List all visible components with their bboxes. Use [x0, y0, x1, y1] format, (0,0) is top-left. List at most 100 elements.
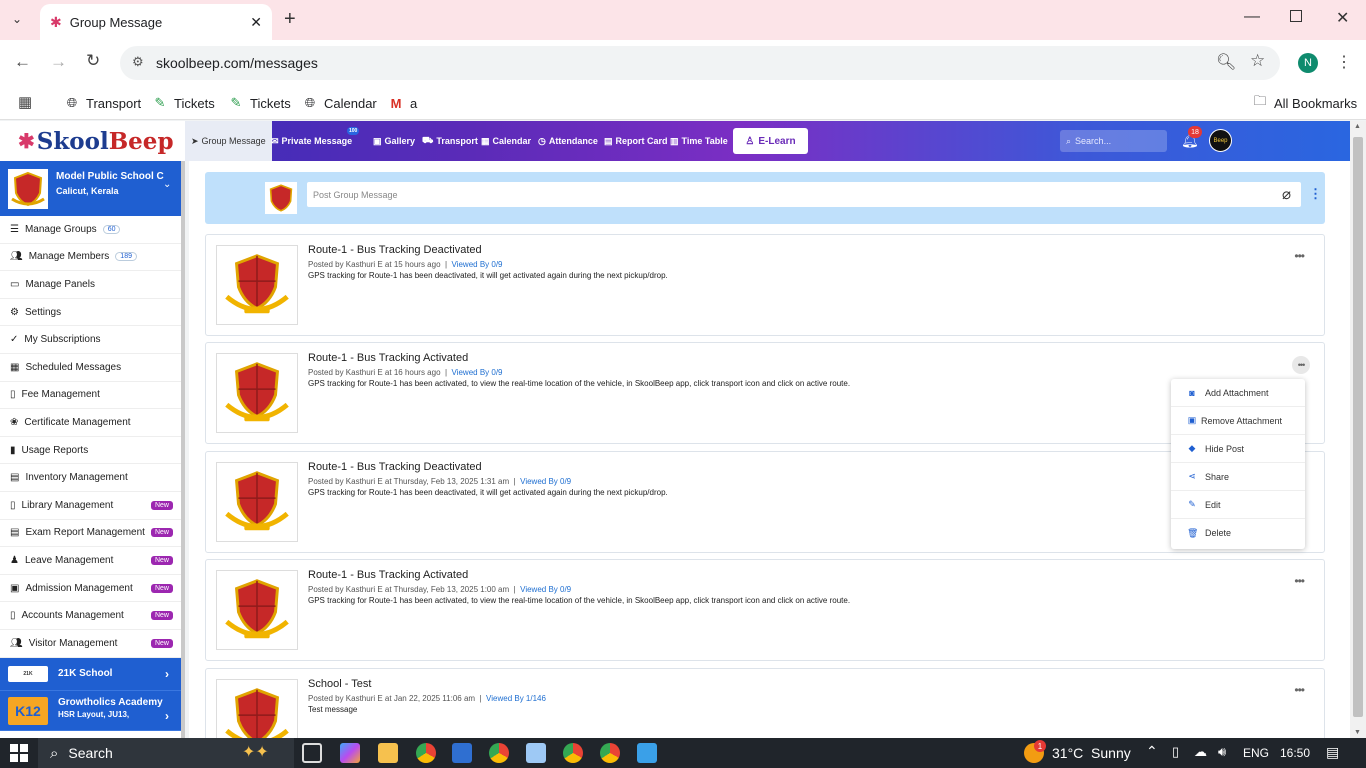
weather-text[interactable]: 31°C Sunny [1052, 745, 1131, 761]
bookmark-calendar[interactable]: 🌐︎ Calendar [302, 92, 377, 114]
sidebar-item-settings[interactable]: ⚙ Settings [0, 299, 181, 327]
post-more-icon[interactable]: ••• [1294, 574, 1305, 588]
post-message-input[interactable]: Post Group Message ⌀ [307, 182, 1301, 207]
copilot-icon[interactable] [340, 743, 360, 763]
taskbar-search[interactable]: ⌕ Search ✦✦ [38, 738, 294, 768]
chevron-down-icon[interactable]: ⌄ [163, 179, 171, 190]
viewed-by-link[interactable]: Viewed By 0/9 [520, 477, 571, 486]
language-indicator[interactable]: ENG [1243, 746, 1269, 760]
apps-grid-icon[interactable]: ▦ [18, 93, 32, 111]
post-more-icon[interactable]: ••• [1294, 683, 1305, 697]
minimize-icon[interactable]: — [1244, 8, 1260, 26]
menu-edit[interactable]: ✎ Edit [1171, 491, 1305, 519]
scrollbar-thumb[interactable] [1353, 137, 1363, 717]
volume-icon[interactable]: 🔊︎ [1218, 744, 1226, 760]
org-21k-school[interactable]: 21K 21K School › [0, 657, 181, 691]
sidebar-item-exam-report-management[interactable]: ▤ Exam Report Management New [0, 520, 181, 548]
viewed-by-link[interactable]: Viewed By 0/9 [520, 585, 571, 594]
sidebar-item-scheduled-messages[interactable]: ▦ Scheduled Messages [0, 354, 181, 382]
viewed-by-link[interactable]: Viewed By 1/146 [486, 694, 546, 703]
back-icon[interactable]: ← [14, 52, 31, 72]
task-view-icon[interactable] [302, 743, 322, 763]
site-info-icon[interactable]: ⚙ [132, 54, 144, 70]
chrome-icon[interactable] [563, 743, 583, 763]
scroll-up-icon[interactable]: ▲ [1354, 123, 1361, 130]
user-avatar[interactable]: Beep [1209, 129, 1232, 152]
bookmark-tickets-1[interactable]: ✎ Tickets [152, 92, 215, 114]
bookmark-transport[interactable]: 🌐︎ Transport [64, 92, 141, 114]
windows-start-icon[interactable] [10, 744, 28, 762]
browser-menu-icon[interactable]: ⋮ [1336, 52, 1352, 72]
menu-add-attachment[interactable]: ◙ Add Attachment [1171, 379, 1305, 407]
close-tab-icon[interactable]: ✕ [250, 14, 262, 31]
tray-device-icon[interactable]: ▯ [1172, 744, 1179, 760]
reload-icon[interactable]: ↻ [86, 51, 100, 71]
scroll-down-icon[interactable]: ▼ [1354, 729, 1361, 736]
nav-private-message[interactable]: ✉ Private Message 100 [271, 121, 360, 161]
post-more-icon[interactable]: ••• [1292, 356, 1310, 374]
sidebar-item-accounts-management[interactable]: ▯ Accounts Management New [0, 602, 181, 630]
nav-attendance[interactable]: ◷ Attendance [538, 121, 598, 161]
chrome-icon[interactable] [416, 743, 436, 763]
bookmark-tickets-2[interactable]: ✎ Tickets [228, 92, 291, 114]
close-window-icon[interactable]: ✕ [1336, 8, 1349, 28]
sidebar-item-my-subscriptions[interactable]: ✓ My Subscriptions [0, 326, 181, 354]
sidebar-item-manage-groups[interactable]: ☰ Manage Groups 60 [0, 216, 181, 244]
menu-delete[interactable]: 🗑︎ Delete [1171, 519, 1305, 547]
file-explorer-icon[interactable] [378, 743, 398, 763]
sidebar-item-leave-management[interactable]: ♟ Leave Management New [0, 547, 181, 575]
tab-list-chevron-icon[interactable]: ⌄ [12, 12, 22, 26]
menu-hide-post[interactable]: ◆ Hide Post [1171, 435, 1305, 463]
sidebar-item-visitor-management[interactable]: 👥︎ Visitor Management New [0, 630, 181, 658]
sidebar-item-library-management[interactable]: ▯ Library Management New [0, 492, 181, 520]
tray-chevron-up-icon[interactable]: ⌃ [1146, 743, 1158, 760]
sidebar-item-inventory-management[interactable]: ▤ Inventory Management [0, 464, 181, 492]
chrome-icon[interactable] [600, 743, 620, 763]
nav-time-table[interactable]: ▥ Time Table [670, 121, 728, 161]
clock[interactable]: 16:50 [1280, 746, 1310, 760]
chevron-right-icon[interactable]: › [165, 667, 169, 681]
bookmark-gmail[interactable]: Ma [388, 92, 418, 114]
photos-icon[interactable] [637, 743, 657, 763]
wifi-icon[interactable]: ☁ [1194, 744, 1207, 760]
store-icon[interactable] [452, 743, 472, 763]
attachment-icon[interactable]: ⌀ [1282, 185, 1291, 203]
sidebar-item-manage-members[interactable]: 👥︎ Manage Members 189 [0, 244, 181, 272]
all-bookmarks[interactable]: 🗀 All Bookmarks [1252, 92, 1357, 114]
viewed-by-link[interactable]: Viewed By 0/9 [452, 368, 503, 377]
maximize-icon[interactable] [1290, 10, 1302, 22]
notification-center-icon[interactable]: ▤ [1326, 744, 1339, 761]
viewed-by-link[interactable]: Viewed By 0/9 [452, 260, 503, 269]
school-switcher[interactable]: Model Public School C Calicut, Kerala ⌄ [0, 161, 181, 216]
notepad-icon[interactable] [526, 743, 546, 763]
nav-calendar[interactable]: ▦ Calendar [481, 121, 531, 161]
skoolbeep-logo[interactable]: ✱ Skool Beep [0, 121, 185, 161]
sidebar-item-admission-management[interactable]: ▣ Admission Management New [0, 575, 181, 603]
skoolbeep-favicon-icon: ✱ [50, 13, 62, 30]
nav-gallery[interactable]: ▣ Gallery [373, 121, 415, 161]
org-growtholics-academy[interactable]: K12 Growtholics Academy HSR Layout, JU13… [0, 690, 181, 731]
bookmark-star-icon[interactable]: ☆ [1250, 51, 1265, 71]
menu-remove-attachment[interactable]: ▣ Remove Attachment [1171, 407, 1305, 435]
chrome-icon[interactable] [489, 743, 509, 763]
header-search-input[interactable]: ⌕ Search... [1060, 130, 1167, 152]
nav-report-card[interactable]: ▤ Report Card [604, 121, 668, 161]
menu-share[interactable]: ⋖ Share [1171, 463, 1305, 491]
sidebar-item-certificate-management[interactable]: ❀ Certificate Management [0, 409, 181, 437]
forward-icon[interactable]: → [50, 52, 67, 72]
tab-group-message[interactable]: ✱ Group Message ✕ [40, 4, 272, 40]
elearn-button[interactable]: ♙ E-Learn [733, 128, 808, 154]
post-more-icon[interactable]: ••• [1294, 249, 1305, 263]
new-tab-icon[interactable]: + [284, 8, 296, 31]
page-scrollbar[interactable]: ▲ ▼ [1350, 121, 1366, 738]
chevron-right-icon[interactable]: › [165, 709, 169, 723]
profile-avatar[interactable]: N [1298, 53, 1318, 73]
sidebar-item-manage-panels[interactable]: ▭ Manage Panels [0, 271, 181, 299]
sidebar-item-usage-reports[interactable]: ▮ Usage Reports [0, 437, 181, 465]
nav-group-message[interactable]: ➤ Group Message [185, 121, 272, 161]
nav-transport[interactable]: ⛟ Transport [422, 121, 478, 161]
address-bar[interactable]: ⚙ skoolbeep.com/messages 🔍︎ ☆ [120, 46, 1280, 80]
sidebar-item-fee-management[interactable]: ▯ Fee Management [0, 382, 181, 410]
zoom-icon[interactable]: 🔍︎ [1216, 52, 1236, 72]
composer-more-icon[interactable]: ⋮ [1309, 186, 1322, 202]
